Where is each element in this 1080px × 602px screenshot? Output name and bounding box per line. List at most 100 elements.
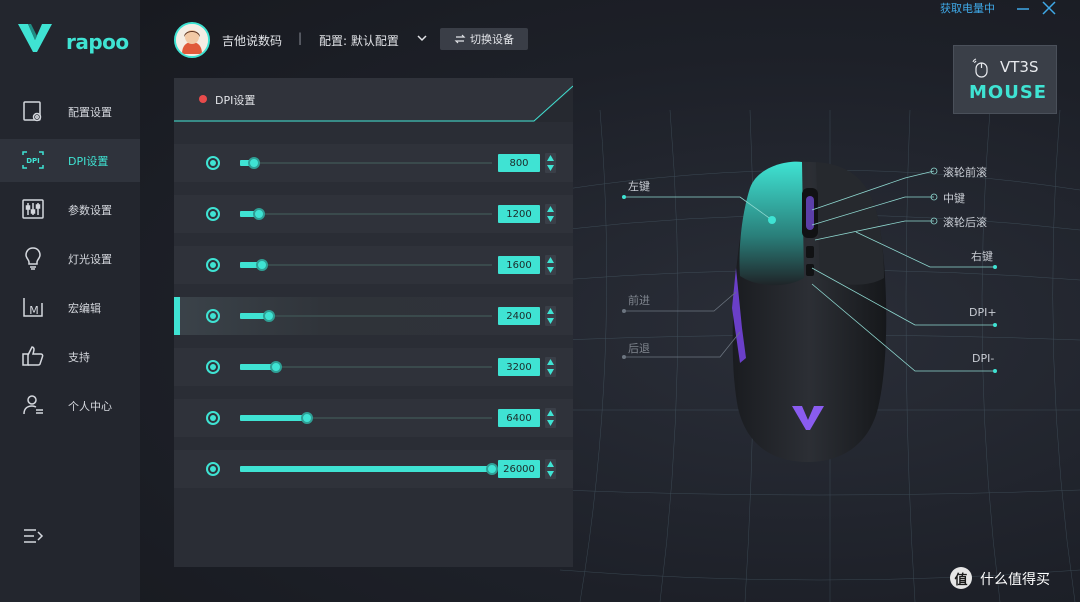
dpi-slider-fill xyxy=(240,415,307,421)
caret-up-icon[interactable] xyxy=(547,257,554,263)
dpi-slider-handle[interactable] xyxy=(263,310,275,322)
panel-title: DPI设置 xyxy=(215,94,256,107)
dpi-slider-handle[interactable] xyxy=(248,157,260,169)
sidebar-item-profile[interactable]: 个人中心 xyxy=(0,384,140,427)
minimize-icon[interactable] xyxy=(1016,4,1030,14)
dpi-stepper[interactable] xyxy=(545,459,556,479)
collapse-menu-icon[interactable] xyxy=(22,526,44,546)
dpi-stepper[interactable] xyxy=(545,255,556,275)
status-dot xyxy=(199,95,207,103)
dpi-slider-handle[interactable] xyxy=(486,463,498,475)
dpi-level-radio[interactable] xyxy=(206,411,220,425)
dpi-row[interactable]: 1200 xyxy=(174,195,573,233)
caret-up-icon[interactable] xyxy=(547,461,554,467)
dpi-value-input[interactable]: 1600 xyxy=(498,256,540,274)
dpi-level-radio[interactable] xyxy=(206,462,220,476)
dpi-level-radio[interactable] xyxy=(206,156,220,170)
rapoo-v-logo-icon xyxy=(18,24,52,52)
dpi-value-input[interactable]: 3200 xyxy=(498,358,540,376)
caret-down-icon[interactable] xyxy=(547,369,554,375)
mouse-product-image xyxy=(732,161,887,462)
dpi-slider[interactable] xyxy=(240,412,492,424)
avatar[interactable] xyxy=(174,22,210,58)
topbar-separator: | xyxy=(298,31,303,45)
callout-dpi-plus: DPI+ xyxy=(969,306,997,319)
dpi-value-input[interactable]: 2400 xyxy=(498,307,540,325)
dpi-row[interactable]: 6400 xyxy=(174,399,573,437)
sidebar-item-dpi[interactable]: DPI DPI设置 xyxy=(0,139,140,182)
brand-name: rapoo xyxy=(66,30,129,54)
switch-device-button[interactable]: 切换设备 xyxy=(440,28,528,50)
dpi-row[interactable]: 800 xyxy=(174,144,573,182)
dpi-value-input[interactable]: 26000 xyxy=(498,460,540,478)
dpi-level-radio[interactable] xyxy=(206,360,220,374)
caret-down-icon[interactable] xyxy=(547,267,554,273)
sidebar-nav: 配置设置 DPI DPI设置 参数设置 灯光设置 M 宏编辑 支持 个人中心 xyxy=(0,90,140,433)
callout-scroll-forward: 滚轮前滚 xyxy=(943,166,987,179)
dpi-value-input[interactable]: 800 xyxy=(498,154,540,172)
config-selector[interactable]: 配置: 默认配置 xyxy=(319,32,399,49)
dpi-level-radio[interactable] xyxy=(206,258,220,272)
dpi-stepper[interactable] xyxy=(545,153,556,173)
sidebar-item-config[interactable]: 配置设置 xyxy=(0,90,140,133)
dpi-row[interactable]: 26000 xyxy=(174,450,573,488)
watermark-text: 什么值得买 xyxy=(980,572,1050,588)
dpi-row[interactable]: 2400 xyxy=(174,297,573,335)
panel-header: DPI设置 xyxy=(174,78,573,122)
dpi-stepper[interactable] xyxy=(545,357,556,377)
caret-down-icon[interactable] xyxy=(547,216,554,222)
dpi-slider[interactable] xyxy=(240,259,492,271)
sidebar-item-support[interactable]: 支持 xyxy=(0,335,140,378)
chevron-down-icon[interactable] xyxy=(416,32,428,44)
dpi-stepper[interactable] xyxy=(545,204,556,224)
watermark-badge: 值 xyxy=(950,567,972,589)
caret-up-icon[interactable] xyxy=(547,206,554,212)
callout-middle-click: 中键 xyxy=(943,192,965,205)
dpi-value-input[interactable]: 1200 xyxy=(498,205,540,223)
swap-icon xyxy=(454,34,466,44)
dpi-stepper[interactable] xyxy=(545,306,556,326)
caret-up-icon[interactable] xyxy=(547,359,554,365)
dpi-slider-handle[interactable] xyxy=(301,412,313,424)
sidebar-item-lighting[interactable]: 灯光设置 xyxy=(0,237,140,280)
thumbs-up-icon xyxy=(22,346,44,366)
caret-down-icon[interactable] xyxy=(547,471,554,477)
callout-back: 后退 xyxy=(628,342,650,355)
device-card[interactable]: VT3S MOUSE xyxy=(953,45,1057,114)
lightbulb-icon xyxy=(25,247,41,270)
sidebar-item-label: 支持 xyxy=(68,350,90,364)
dpi-row[interactable]: 3200 xyxy=(174,348,573,386)
dpi-slider-fill xyxy=(240,466,492,472)
caret-up-icon[interactable] xyxy=(547,155,554,161)
dpi-level-radio[interactable] xyxy=(206,309,220,323)
dpi-slider[interactable] xyxy=(240,361,492,373)
callout-scroll-back: 滚轮后滚 xyxy=(943,216,987,229)
dpi-icon: DPI xyxy=(22,151,44,169)
sidebar-item-label: 灯光设置 xyxy=(68,252,112,266)
dpi-slider[interactable] xyxy=(240,310,492,322)
dpi-value-input[interactable]: 6400 xyxy=(498,409,540,427)
dpi-slider[interactable] xyxy=(240,463,498,475)
dpi-slider-handle[interactable] xyxy=(256,259,268,271)
close-icon[interactable] xyxy=(1042,1,1056,15)
dpi-row[interactable]: 1600 xyxy=(174,246,573,284)
device-type: MOUSE xyxy=(969,82,1048,103)
caret-up-icon[interactable] xyxy=(547,308,554,314)
sidebar-item-macro[interactable]: M 宏编辑 xyxy=(0,286,140,329)
dpi-slider-handle[interactable] xyxy=(270,361,282,373)
sidebar-item-label: 宏编辑 xyxy=(68,301,101,315)
dpi-stepper[interactable] xyxy=(545,408,556,428)
user-icon xyxy=(23,395,43,415)
dpi-slider[interactable] xyxy=(240,208,492,220)
caret-down-icon[interactable] xyxy=(547,318,554,324)
caret-up-icon[interactable] xyxy=(547,410,554,416)
caret-down-icon[interactable] xyxy=(547,420,554,426)
caret-down-icon[interactable] xyxy=(547,165,554,171)
dpi-slider[interactable] xyxy=(240,157,492,169)
sidebar-item-params[interactable]: 参数设置 xyxy=(0,188,140,231)
dpi-level-radio[interactable] xyxy=(206,207,220,221)
sidebar-item-label: 参数设置 xyxy=(68,203,112,217)
username: 吉他说数码 xyxy=(222,34,283,48)
dpi-slider-handle[interactable] xyxy=(253,208,265,220)
callout-forward: 前进 xyxy=(628,294,650,307)
